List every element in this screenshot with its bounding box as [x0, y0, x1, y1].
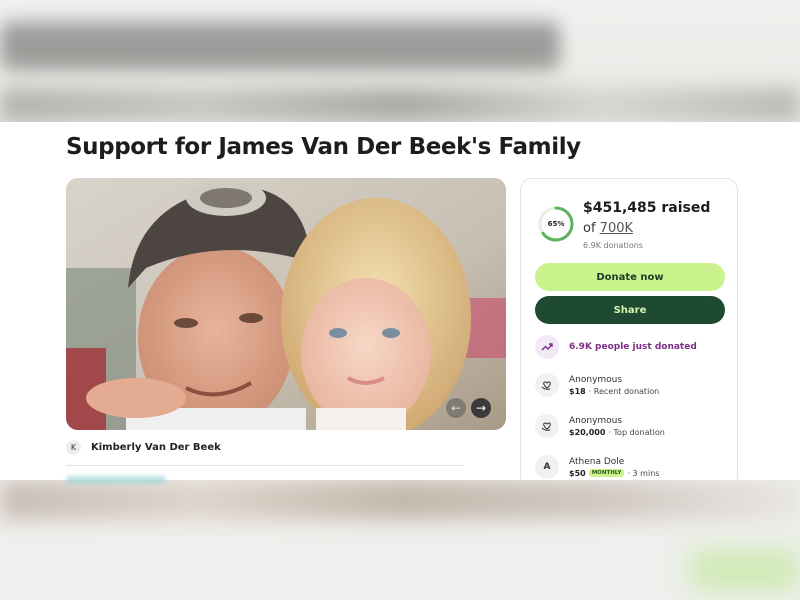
blurred-title-bar	[0, 22, 560, 70]
share-button[interactable]: Share	[535, 296, 725, 324]
donation-card: 65% $451,485 raised of 700K 6.9K donatio…	[520, 178, 738, 488]
organizer-avatar: K	[66, 440, 81, 455]
blurred-strip	[0, 480, 800, 520]
goal-amount[interactable]: 700K	[600, 221, 633, 236]
hero-photo[interactable]: ← →	[66, 178, 506, 430]
fundraiser-page: Support for James Van Der Beek's Family	[0, 122, 800, 488]
recent-activity: 6.9K people just donated	[535, 335, 697, 359]
monthly-badge: MONTHLY	[588, 469, 625, 477]
donor-amount: $50	[569, 468, 586, 478]
donor-item: Anonymous $18 · Recent donation	[535, 373, 659, 397]
blurred-tag	[66, 476, 166, 484]
donor-item: A Athena Dole $50 MONTHLY · 3 mins	[535, 455, 659, 479]
donor-note: · Top donation	[608, 427, 665, 437]
donor-amount: $20,000	[569, 427, 606, 437]
arrow-right-icon: →	[475, 401, 487, 415]
divider	[66, 465, 464, 466]
hero-image	[66, 178, 506, 430]
blurred-header	[0, 0, 800, 122]
donor-name: Anonymous	[569, 374, 623, 385]
previous-photo-button[interactable]: ←	[446, 398, 466, 418]
donor-note: · 3 mins	[627, 468, 660, 478]
organizer-name[interactable]: Kimberly Van Der Beek	[91, 442, 221, 453]
goal-line: of 700K	[583, 221, 633, 236]
page-title: Support for James Van Der Beek's Family	[66, 134, 581, 160]
heart-hand-icon	[535, 414, 559, 438]
donation-count: 6.9K donations	[583, 241, 643, 250]
next-photo-button[interactable]: →	[471, 398, 491, 418]
amount-raised: $451,485 raised	[583, 200, 711, 216]
donor-note: · Recent donation	[588, 386, 660, 396]
goal-prefix: of	[583, 221, 596, 236]
progress-percent: 65%	[547, 220, 565, 228]
donor-name: Anonymous	[569, 415, 623, 426]
donor-amount: $18	[569, 386, 586, 396]
activity-text: 6.9K people just donated	[569, 342, 697, 352]
trending-up-icon	[535, 335, 559, 359]
donate-now-button[interactable]: Donate now	[535, 263, 725, 291]
blurred-image-strip	[0, 88, 800, 122]
organizer-row[interactable]: K Kimberly Van Der Beek	[66, 440, 221, 455]
blurred-footer	[0, 480, 800, 600]
donor-avatar: A	[535, 455, 559, 479]
donor-item: Anonymous $20,000 · Top donation	[535, 414, 665, 438]
heart-hand-icon	[535, 373, 559, 397]
arrow-left-icon: ←	[450, 401, 462, 415]
donor-name: Athena Dole	[569, 456, 625, 467]
blurred-green-button	[690, 550, 800, 590]
